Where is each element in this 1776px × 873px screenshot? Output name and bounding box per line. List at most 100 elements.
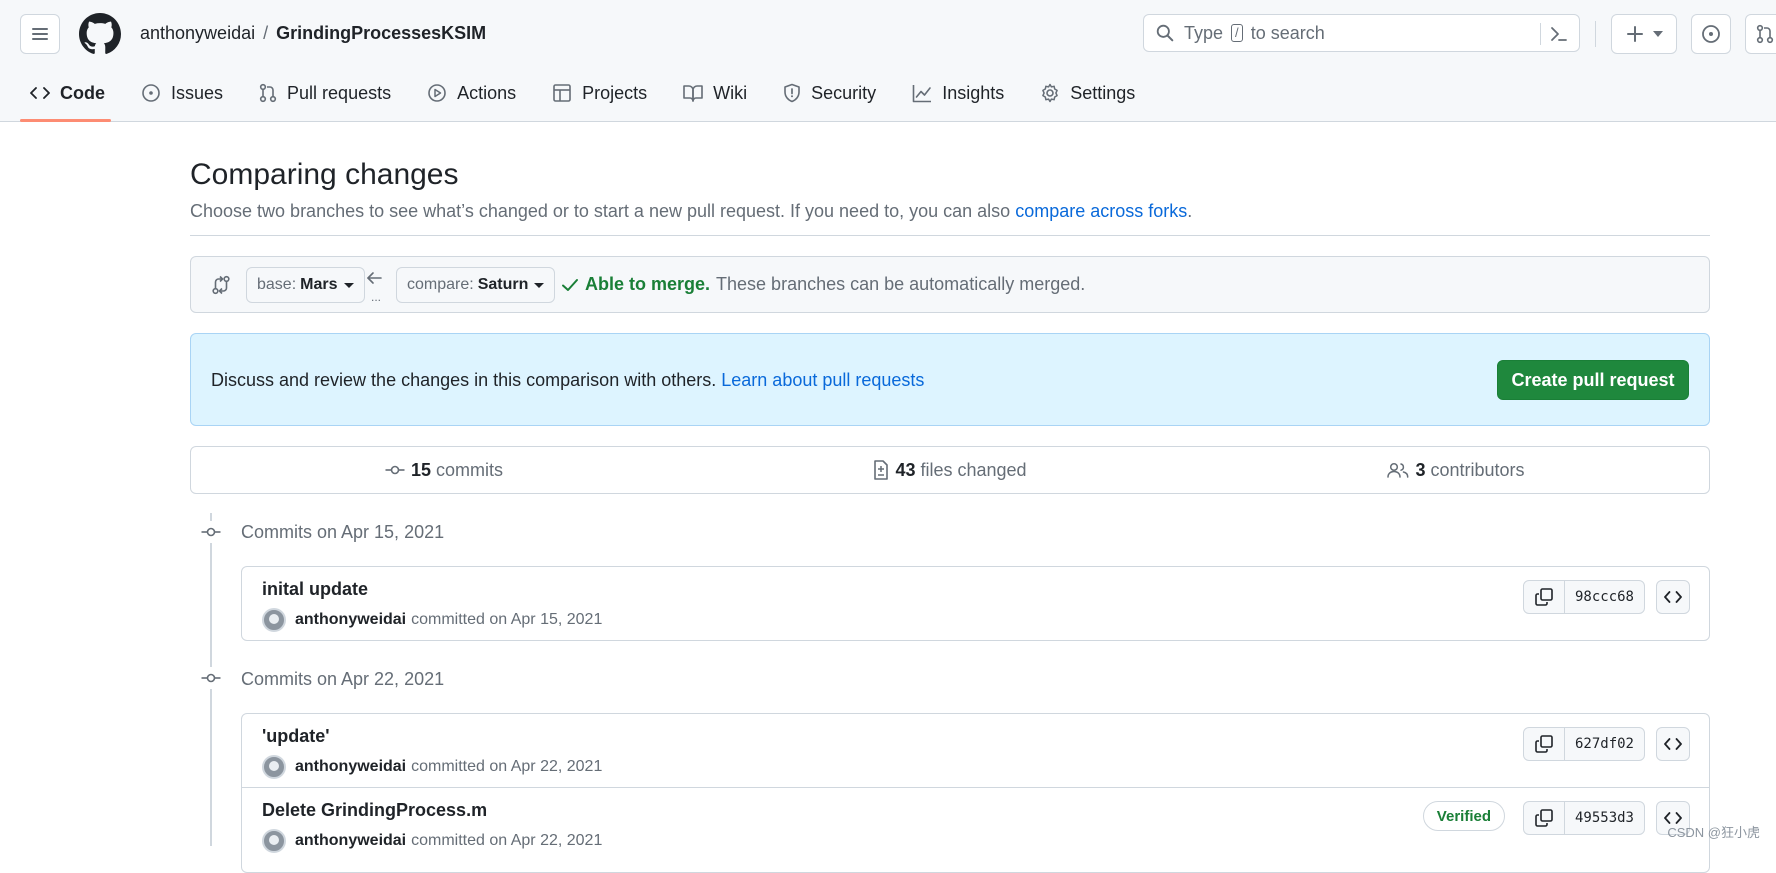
commit-row: 'update' anthonyweidai committed on Apr … [242,714,1709,787]
shield-icon [784,83,800,103]
watermark: CSDN @狂小虎 [1667,825,1760,840]
contributors-label: contributors [1430,459,1525,480]
tab-insights[interactable]: Insights [902,78,1014,108]
commit-sha-group: 49553d3 [1523,801,1645,835]
commit-meta: anthonyweidai committed on Apr 22, 2021 [262,755,602,779]
browse-repo-button[interactable] [1656,727,1690,761]
timeline-node [200,667,222,689]
book-icon [683,85,703,102]
compare-prefix: compare: [407,276,474,293]
commit-message-link[interactable]: 'update' [262,726,330,747]
commits-count: 15 [410,459,432,480]
page-subtitle: Choose two branches to see what’s change… [190,201,1193,221]
commit-sha-link[interactable]: 98ccc68 [1565,581,1644,613]
avatar[interactable] [262,608,286,632]
tab-actions[interactable]: Actions [417,78,526,108]
contributors-summary[interactable]: 3 contributors [1203,447,1709,493]
commit-icon [201,527,221,537]
base-prefix: base: [257,276,297,293]
base-branch-name: Mars [300,276,338,293]
base-branch-select[interactable]: base: Mars [246,267,365,303]
commit-message-link[interactable]: inital update [262,579,368,600]
header-divider [1595,21,1596,47]
contributors-count: 3 [1415,459,1426,480]
repo-owner-link[interactable]: anthonyweidai [140,23,255,43]
search-divider [1540,23,1541,45]
commit-author-link[interactable]: anthonyweidai [295,611,406,629]
search-input[interactable]: Type / to search [1143,14,1580,52]
tab-wiki-label: Wiki [713,82,748,103]
triangle-down-icon [534,282,545,288]
breadcrumb-separator: / [263,23,269,43]
commit-sha-group: 98ccc68 [1523,580,1645,614]
tab-wiki[interactable]: Wiki [673,78,757,108]
commit-row: inital update anthonyweidai committed on… [242,567,1709,640]
search-icon [1156,24,1174,42]
table-icon [553,84,571,102]
copy-icon [1535,588,1553,606]
commit-author-link[interactable]: anthonyweidai [295,758,406,776]
triangle-down-icon [343,282,354,288]
commit-sha-link[interactable]: 627df02 [1565,728,1644,760]
commit-list: inital update anthonyweidai committed on… [241,566,1710,641]
commit-sha-link[interactable]: 49553d3 [1565,802,1644,834]
merge-status-detail: These branches can be automatically merg… [716,274,1086,294]
tab-pull-requests[interactable]: Pull requests [249,78,401,108]
create-pull-request-button[interactable]: Create pull request [1497,360,1689,400]
hamburger-icon [32,28,48,40]
copy-sha-button[interactable] [1524,581,1565,613]
tab-security[interactable]: Security [773,78,886,108]
tab-pull-requests-label: Pull requests [287,82,392,103]
tab-settings[interactable]: Settings [1030,78,1145,108]
learn-about-pull-requests-link[interactable]: Learn about pull requests [721,370,924,390]
merge-status: Able to merge. These branches can be aut… [561,274,1085,295]
tab-code[interactable]: Code [20,78,115,108]
search-placeholder: Type / to search [1184,22,1325,43]
commit-row: Delete GrindingProcess.m anthonyweidai c… [242,787,1709,860]
commit-meta: anthonyweidai committed on Apr 22, 2021 [262,829,602,853]
compare-summary: 15 commits 43 files changed 3 contributors [190,446,1710,494]
issue-opened-icon [1702,25,1720,43]
repo-name-link[interactable]: GrindingProcessesKSIM [276,23,486,43]
pull-requests-shortcut-button[interactable] [1745,14,1776,54]
commits-label: commits [436,459,504,480]
command-palette-icon[interactable] [1549,24,1569,44]
range-dots: ... [371,290,382,304]
copy-sha-button[interactable] [1524,802,1565,834]
arrow-left-icon [367,272,382,284]
compare-branch-select[interactable]: compare: Saturn [396,267,556,303]
compare-across-forks-link[interactable]: compare across forks [1015,201,1187,221]
repo-nav-tabs: Code Issues Pull requests Actions Projec… [20,78,1161,122]
git-pull-request-icon [1756,24,1774,44]
flash-text: Discuss and review the changes in this c… [211,370,925,390]
tab-code-label: Code [60,82,105,103]
files-changed-summary[interactable]: 43 files changed [697,447,1203,493]
tab-issues[interactable]: Issues [131,78,233,108]
code-icon [1664,738,1682,750]
people-icon [1387,462,1409,478]
code-icon [1664,591,1682,603]
files-count: 43 [895,459,916,480]
range-editor: base: Mars ... compare: Saturn Able to mer… [190,256,1710,313]
commit-icon [385,465,405,475]
commit-list: 'update' anthonyweidai committed on Apr … [241,713,1710,873]
github-logo-icon[interactable] [79,13,121,55]
copy-sha-button[interactable] [1524,728,1565,760]
tab-projects[interactable]: Projects [542,78,657,108]
avatar[interactable] [262,755,286,779]
issues-shortcut-button[interactable] [1691,14,1731,54]
create-new-button[interactable] [1611,14,1677,54]
commit-meta: anthonyweidai committed on Apr 15, 2021 [262,608,602,632]
merge-status-label: Able to merge. [585,274,711,294]
divider [190,235,1710,236]
verified-badge[interactable]: Verified [1422,801,1505,831]
commit-author-link[interactable]: anthonyweidai [295,832,406,850]
copy-icon [1535,809,1553,827]
browse-repo-button[interactable] [1656,580,1690,614]
menu-button[interactable] [20,14,60,54]
git-compare-icon [212,275,230,295]
avatar[interactable] [262,829,286,853]
pull-request-icon [259,83,277,103]
commit-message-link[interactable]: Delete GrindingProcess.m [262,800,487,821]
commits-summary[interactable]: 15 commits [191,447,697,493]
